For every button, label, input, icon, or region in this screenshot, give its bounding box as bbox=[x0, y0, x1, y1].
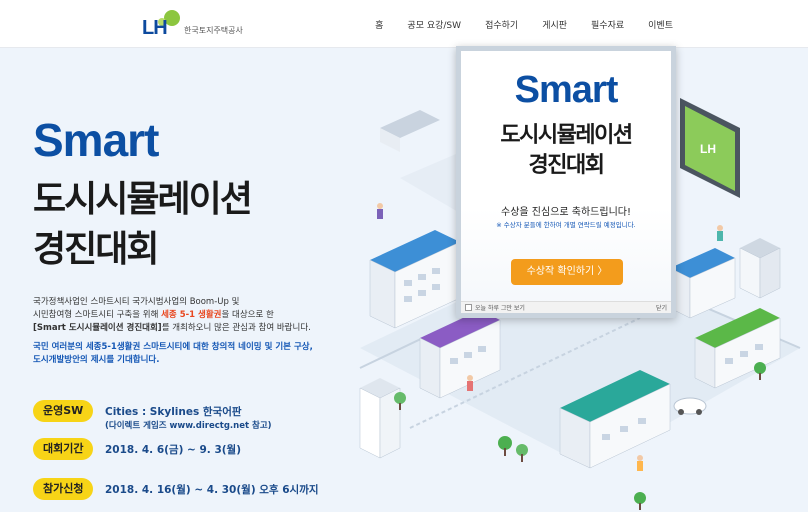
nav-guidelines[interactable]: 공모 요강/SW bbox=[407, 18, 461, 31]
block-letter-m bbox=[669, 248, 736, 319]
nav-apply[interactable]: 접수하기 bbox=[485, 18, 518, 31]
logo-mark-text: LH bbox=[142, 17, 168, 39]
lh-logo[interactable]: LH 한국토지주택공사 bbox=[142, 8, 243, 40]
desc-line-3: [Smart 도시시뮬레이션 경진대회]를 개최하오니 많은 관심과 참여 바랍… bbox=[33, 322, 353, 335]
info-period-value: 2018. 4. 6(금) ~ 9. 3(월) bbox=[105, 443, 242, 456]
hero-invitation: 국민 여러분의 세종5-1생활권 스마트시티에 대한 창의적 네이밍 및 기본 … bbox=[33, 341, 313, 367]
desc-line-2-a: 시민참여형 스마트시티 구축을 위해 bbox=[33, 310, 162, 320]
badge-registration: 참가신청 bbox=[33, 478, 93, 500]
dont-show-today-label[interactable]: 오늘 하루 그만 보기 bbox=[475, 303, 525, 312]
monitor-screen: LH bbox=[680, 98, 740, 198]
info-row-registration: 참가신청 2018. 4. 16(월) ~ 4. 30(월) 오후 6시까지 bbox=[33, 478, 319, 500]
nav-resources[interactable]: 필수자료 bbox=[591, 18, 624, 31]
popup-content: Smart 도시시뮬레이션 경진대회 수상을 진심으로 축하드립니다! ※ 수상… bbox=[461, 51, 671, 313]
desc-line-3-rest: 를 개최하오니 많은 관심과 참여 바랍니다. bbox=[161, 323, 311, 333]
award-popup: Smart 도시시뮬레이션 경진대회 수상을 진심으로 축하드립니다! ※ 수상… bbox=[456, 46, 676, 318]
site-header: LH 한국토지주택공사 홈 공모 요강/SW 접수하기 게시판 필수자료 이벤트 bbox=[0, 0, 808, 48]
popup-title-en: Smart bbox=[514, 69, 619, 111]
badge-software: 운영SW bbox=[33, 400, 93, 422]
hero-title-ko-line1: 도시시뮬레이션 bbox=[33, 179, 253, 220]
desc-highlight: 세종 5-1 생활권 bbox=[161, 310, 222, 320]
desc-line-2-b: 을 대상으로 한 bbox=[221, 310, 274, 320]
info-registration-value: 2018. 4. 16(월) ~ 4. 30(월) 오후 6시까지 bbox=[105, 483, 319, 496]
invitation-line-2: 도시개발방안의 제시를 기대합니다. bbox=[33, 355, 160, 365]
laptop-left bbox=[380, 110, 440, 152]
desc-contest-name: [Smart 도시시뮬레이션 경진대회] bbox=[33, 323, 162, 333]
desc-line-1: 국가정책사업인 스마트시티 국가시범사업의 Boom-Up 및 bbox=[33, 297, 240, 307]
popup-note: ※ 수상자 분들에 한하여 개별 연락드릴 예정입니다. bbox=[496, 221, 636, 229]
invitation-line-1: 국민 여러분의 세종5-1생활권 스마트시티에 대한 창의적 네이밍 및 기본 … bbox=[33, 342, 313, 352]
apartment-building bbox=[359, 378, 401, 459]
hero-title-ko-line2: 경진대회 bbox=[33, 229, 159, 270]
nav-board[interactable]: 게시판 bbox=[542, 18, 567, 31]
hero-title-en: Smart bbox=[33, 114, 159, 166]
popup-close-button[interactable]: 닫기 bbox=[656, 303, 667, 312]
dont-show-today-checkbox[interactable] bbox=[465, 304, 472, 311]
nav-home[interactable]: 홈 bbox=[375, 18, 383, 31]
hero-description: 국가정책사업인 스마트시티 국가시범사업의 Boom-Up 및 시민참여형 스마… bbox=[33, 296, 353, 335]
popup-title-ko-line2: 경진대회 bbox=[528, 153, 605, 178]
info-row-period: 대회기간 2018. 4. 6(금) ~ 9. 3(월) bbox=[33, 438, 241, 460]
popup-congrats-message: 수상을 진심으로 축하드립니다! bbox=[501, 207, 631, 218]
info-software-note: (다이렉트 게임즈 www.directg.net 참고) bbox=[105, 421, 272, 431]
main-nav: 홈 공모 요강/SW 접수하기 게시판 필수자료 이벤트 bbox=[351, 0, 673, 48]
lh-logo-mark: LH bbox=[142, 10, 182, 40]
logo-org-name: 한국토지주택공사 bbox=[184, 26, 243, 35]
badge-period: 대회기간 bbox=[33, 438, 93, 460]
nav-events[interactable]: 이벤트 bbox=[648, 18, 673, 31]
view-winners-button[interactable]: 수상작 확인하기 〉 bbox=[511, 259, 623, 285]
popup-title-ko-line1: 도시시뮬레이션 bbox=[500, 123, 633, 148]
popup-footer: 오늘 하루 그만 보기 닫기 bbox=[461, 301, 671, 313]
car bbox=[673, 397, 707, 415]
desc-line-2: 시민참여형 스마트시티 구축을 위해 세종 5-1 생활권을 대상으로 한 bbox=[33, 309, 353, 322]
info-software-value: Cities : Skylines 한국어판 bbox=[105, 405, 242, 418]
svg-text:LH: LH bbox=[700, 142, 716, 156]
server-rack bbox=[739, 238, 781, 299]
